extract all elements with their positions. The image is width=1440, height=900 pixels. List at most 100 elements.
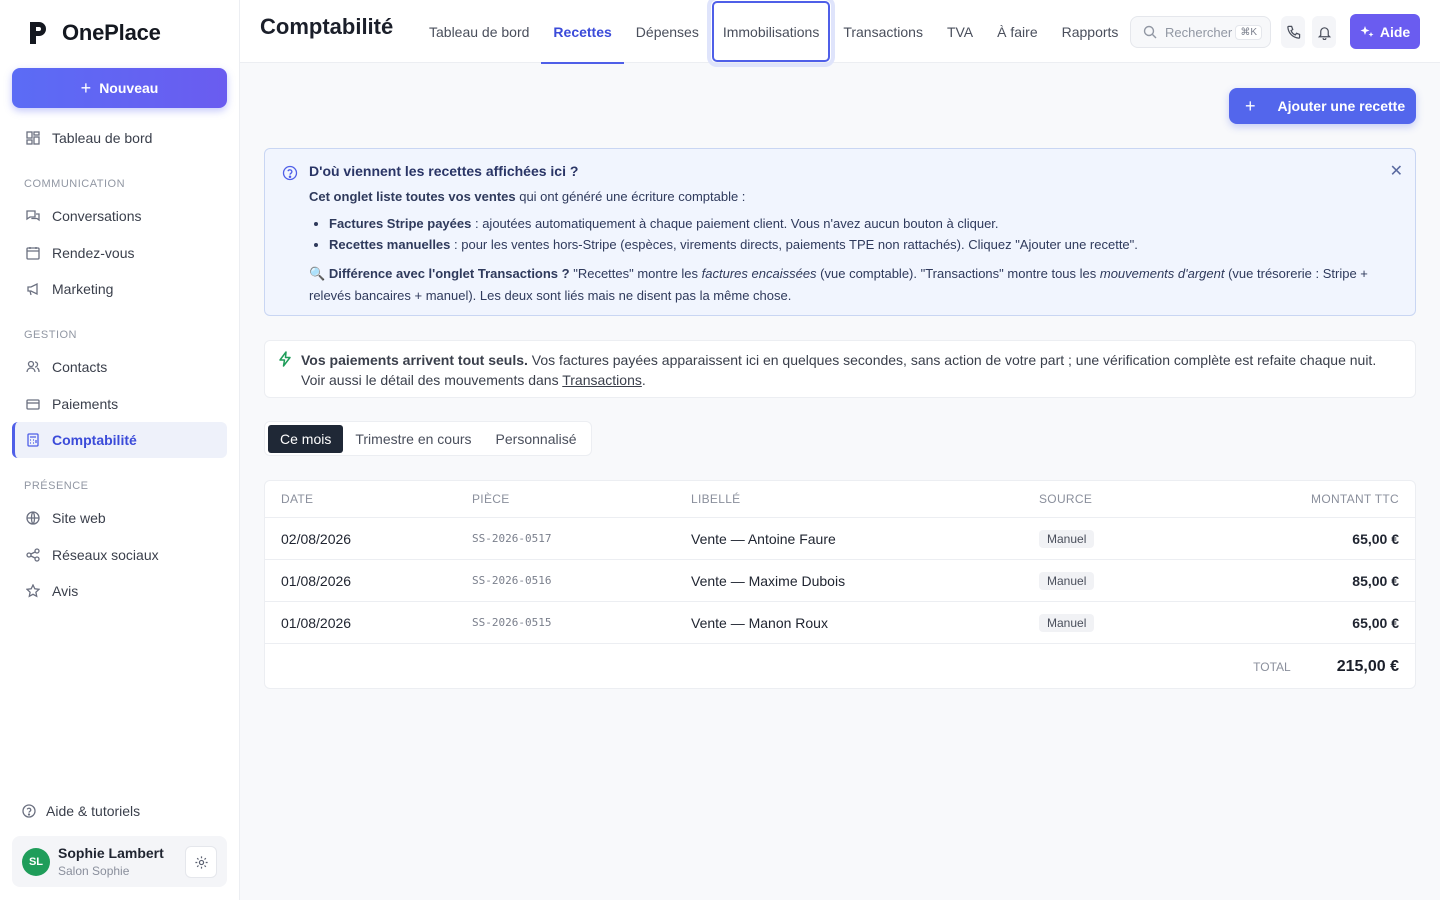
aide-button[interactable]: Aide [1350, 14, 1420, 49]
new-button[interactable]: + Nouveau [12, 68, 227, 108]
tab-transactions[interactable]: Transactions [831, 0, 935, 63]
source-badge: Manuel [1039, 571, 1095, 590]
sparkles-icon [1360, 25, 1374, 39]
close-icon[interactable]: ✕ [1390, 161, 1403, 181]
sidebar-item-reseaux[interactable]: Réseaux sociaux [12, 537, 227, 573]
phone-button[interactable] [1281, 16, 1305, 48]
sidebar-item-avis[interactable]: Avis [12, 573, 227, 609]
info-box: ✕ D'où viennent les recettes affichées i… [264, 148, 1416, 316]
transactions-link[interactable]: Transactions [562, 372, 642, 388]
sidebar-item-label: Contacts [52, 359, 108, 375]
user-card[interactable]: SL Sophie Lambert Salon Sophie [12, 836, 227, 887]
user-name: Sophie Lambert [58, 845, 164, 861]
tab-tva[interactable]: TVA [935, 0, 985, 63]
period-selector: Ce mois Trimestre en cours Personnalisé [264, 421, 593, 456]
sidebar-item-rendez-vous[interactable]: Rendez-vous [12, 235, 227, 271]
users-icon [26, 360, 40, 374]
table-row[interactable]: 01/08/2026 SS-2026-0515 Vente — Manon Ro… [265, 602, 1415, 644]
help-tutorials-link[interactable]: Aide & tutoriels [22, 803, 140, 819]
sidebar-item-label: Conversations [52, 208, 142, 224]
cell-piece: SS-2026-0517 [472, 532, 552, 545]
tab-rapports[interactable]: Rapports [1050, 0, 1131, 63]
cell-date: 01/08/2026 [281, 614, 352, 631]
plus-icon: + [1245, 95, 1256, 116]
col-source[interactable]: SOURCE [1039, 492, 1189, 506]
tab-depenses[interactable]: Dépenses [624, 0, 711, 63]
cell-amount: 65,00 € [1352, 530, 1399, 547]
new-button-label: Nouveau [99, 80, 159, 96]
table-header: DATE PIÈCE LIBELLÉ SOURCE MONTANT TTC [265, 481, 1415, 518]
share-icon [26, 547, 40, 562]
cell-date: 01/08/2026 [281, 572, 352, 589]
top-bar: Comptabilité Tableau de bord Recettes Dé… [240, 0, 1440, 64]
phone-icon [1286, 25, 1300, 39]
notifications-button[interactable] [1312, 16, 1336, 48]
tab-immobilisations[interactable]: Immobilisations [711, 0, 831, 63]
diff-italic: mouvements d'argent [1099, 266, 1225, 281]
sidebar-item-label: Réseaux sociaux [52, 546, 159, 563]
table-row[interactable]: 02/08/2026 SS-2026-0517 Vente — Antoine … [265, 518, 1415, 560]
logo-icon [30, 22, 46, 44]
cell-amount: 85,00 € [1352, 572, 1399, 589]
cell-label: Vente — Antoine Faure [691, 530, 836, 547]
bullet-text: : pour les ventes hors-Stripe (espèces, … [450, 237, 1138, 252]
period-current-quarter[interactable]: Trimestre en cours [343, 425, 483, 453]
cell-source: Manuel [1039, 613, 1189, 632]
sidebar-item-paiements[interactable]: Paiements [12, 386, 227, 422]
col-piece[interactable]: PIÈCE [472, 492, 691, 506]
globe-icon [26, 511, 40, 525]
info-difference: 🔍 Différence avec l'onglet Transactions … [309, 263, 1395, 307]
info-intro-bold: Cet onglet liste toutes vos ventes [309, 189, 516, 204]
aide-button-label: Aide [1379, 23, 1411, 40]
search-input[interactable]: Rechercher ⌘K [1130, 16, 1271, 48]
tab-tableau-de-bord[interactable]: Tableau de bord [417, 0, 541, 63]
add-recette-label: Ajouter une recette [1277, 98, 1406, 114]
sidebar-item-marketing[interactable]: Marketing [12, 271, 227, 307]
sidebar-nav: Tableau de bord COMMUNICATION Conversati… [12, 120, 227, 610]
section-presence: PRÉSENCE [24, 480, 89, 492]
sidebar-item-conversations[interactable]: Conversations [12, 198, 227, 234]
info-intro: Cet onglet liste toutes vos ventes qui o… [309, 189, 1395, 205]
page-title: Comptabilité [260, 14, 394, 39]
col-label[interactable]: LIBELLÉ [691, 492, 1039, 506]
sidebar-item-label: Rendez-vous [52, 244, 135, 261]
sidebar-item-label: Marketing [52, 281, 114, 297]
dashboard-icon [26, 131, 40, 145]
source-badge: Manuel [1039, 529, 1095, 548]
sidebar-item-contacts[interactable]: Contacts [12, 349, 227, 385]
main-content: Comptabilité Tableau de bord Recettes Dé… [240, 0, 1440, 900]
sidebar-item-comptabilite[interactable]: Comptabilité [12, 422, 227, 458]
search-shortcut: ⌘K [1235, 24, 1262, 40]
user-info: Sophie Lambert Salon Sophie [58, 845, 164, 878]
period-custom[interactable]: Personnalisé [484, 425, 589, 453]
search-placeholder: Rechercher [1165, 24, 1233, 40]
table-row[interactable]: 01/08/2026 SS-2026-0516 Vente — Maxime D… [265, 560, 1415, 602]
info-title: D'où viennent les recettes affichées ici… [309, 163, 579, 179]
section-communication: COMMUNICATION [24, 178, 126, 190]
help-circle-icon [22, 804, 36, 818]
sidebar-item-label: Paiements [52, 395, 119, 412]
tab-a-faire[interactable]: À faire [985, 0, 1049, 63]
settings-button[interactable] [185, 846, 217, 878]
tab-recettes[interactable]: Recettes [541, 0, 625, 64]
megaphone-icon [26, 282, 40, 296]
sidebar-item-site-web[interactable]: Site web [12, 500, 227, 536]
col-date[interactable]: DATE [265, 492, 472, 506]
sidebar-item-dashboard[interactable]: Tableau de bord [12, 120, 227, 156]
section-gestion: GESTION [24, 329, 78, 341]
sidebar-item-label: Tableau de bord [52, 130, 153, 146]
logo[interactable]: OnePlace [0, 0, 239, 66]
section-tabs: Tableau de bord Recettes Dépenses Immobi… [417, 0, 1131, 64]
diff-italic: factures encaissées [701, 266, 817, 281]
diff-text: (vue comptable). "Transactions" montre t… [816, 266, 1100, 281]
gear-icon [194, 855, 208, 869]
add-recette-button[interactable]: + Ajouter une recette [1229, 88, 1416, 124]
magnifier-icon: 🔍 [309, 266, 326, 281]
period-this-month[interactable]: Ce mois [268, 424, 344, 453]
col-amount[interactable]: MONTANT TTC [1189, 492, 1415, 506]
plus-icon: + [80, 77, 92, 98]
app: OnePlace + Nouveau Tableau de bord COMMU… [0, 0, 1440, 900]
cell-piece: SS-2026-0516 [472, 574, 552, 587]
total-value: 215,00 € [1336, 657, 1399, 675]
cell-amount: 65,00 € [1352, 614, 1399, 631]
